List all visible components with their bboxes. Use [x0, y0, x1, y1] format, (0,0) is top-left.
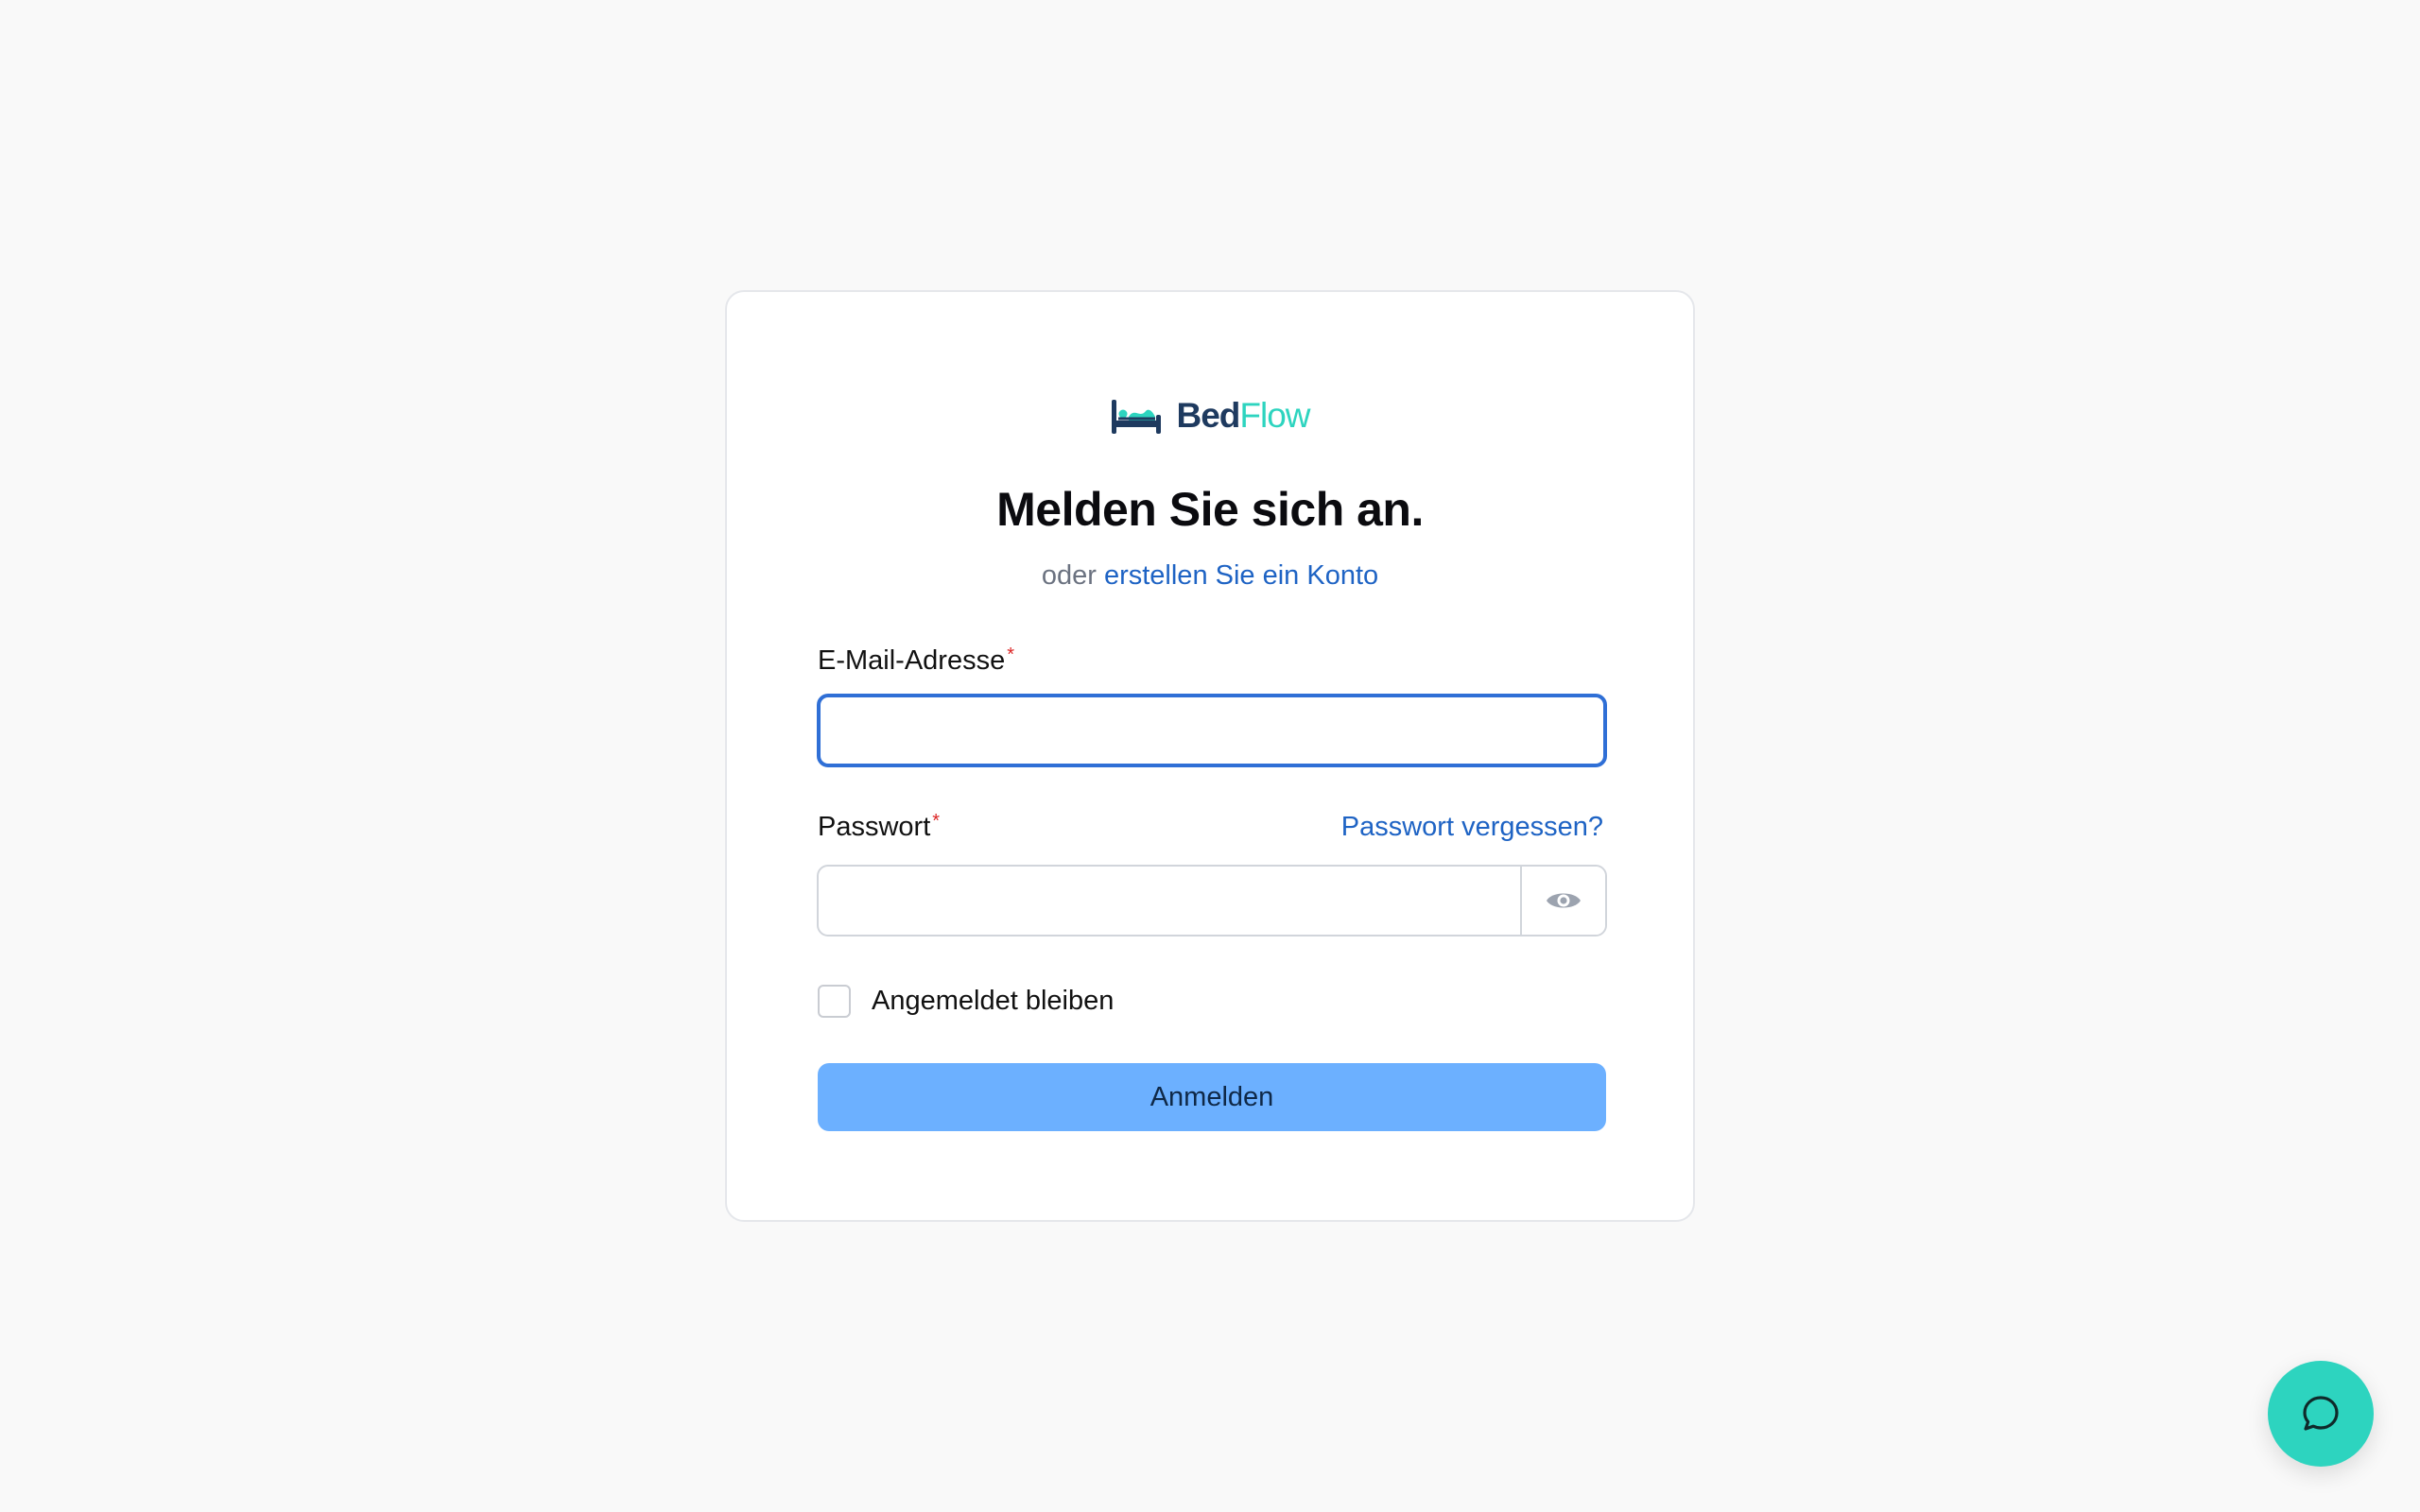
- email-field[interactable]: [817, 694, 1607, 767]
- remember-me-label[interactable]: Angemeldet bleiben: [872, 982, 1114, 1020]
- chat-bubble-icon: [2303, 1396, 2339, 1431]
- or-text: oder: [1041, 560, 1097, 591]
- forgot-password-link[interactable]: Passwort vergessen?: [1341, 808, 1603, 846]
- login-button[interactable]: Anmelden: [818, 1063, 1606, 1131]
- required-marker: *: [932, 811, 941, 832]
- password-visibility-toggle[interactable]: [1520, 867, 1605, 935]
- password-field[interactable]: [819, 867, 1520, 935]
- signup-prompt: oder erstellen Sie ein Konto: [727, 557, 1693, 594]
- create-account-link[interactable]: erstellen Sie ein Konto: [1104, 560, 1378, 591]
- remember-me[interactable]: Angemeldet bleiben: [818, 982, 1114, 1020]
- brand-logo[interactable]: BedFlow: [727, 394, 1693, 438]
- bed-icon: [1112, 400, 1162, 434]
- password-label: Passwort *: [818, 808, 940, 846]
- password-input-group: [817, 865, 1607, 936]
- email-label-text: E-Mail-Adresse: [818, 645, 1006, 676]
- brand-name: BedFlow: [1176, 394, 1310, 438]
- eye-icon: [1547, 893, 1581, 908]
- login-card: BedFlow Melden Sie sich an. oder erstell…: [725, 290, 1695, 1222]
- page-title: Melden Sie sich an.: [996, 483, 1424, 536]
- password-label-text: Passwort: [818, 812, 931, 842]
- remember-me-checkbox[interactable]: [818, 984, 851, 1018]
- brand-name-part1: Bed: [1176, 396, 1240, 435]
- required-marker: *: [1007, 644, 1015, 665]
- chat-button[interactable]: [2268, 1361, 2374, 1467]
- brand-name-part2: Flow: [1239, 396, 1310, 435]
- email-label: E-Mail-Adresse *: [818, 642, 1014, 679]
